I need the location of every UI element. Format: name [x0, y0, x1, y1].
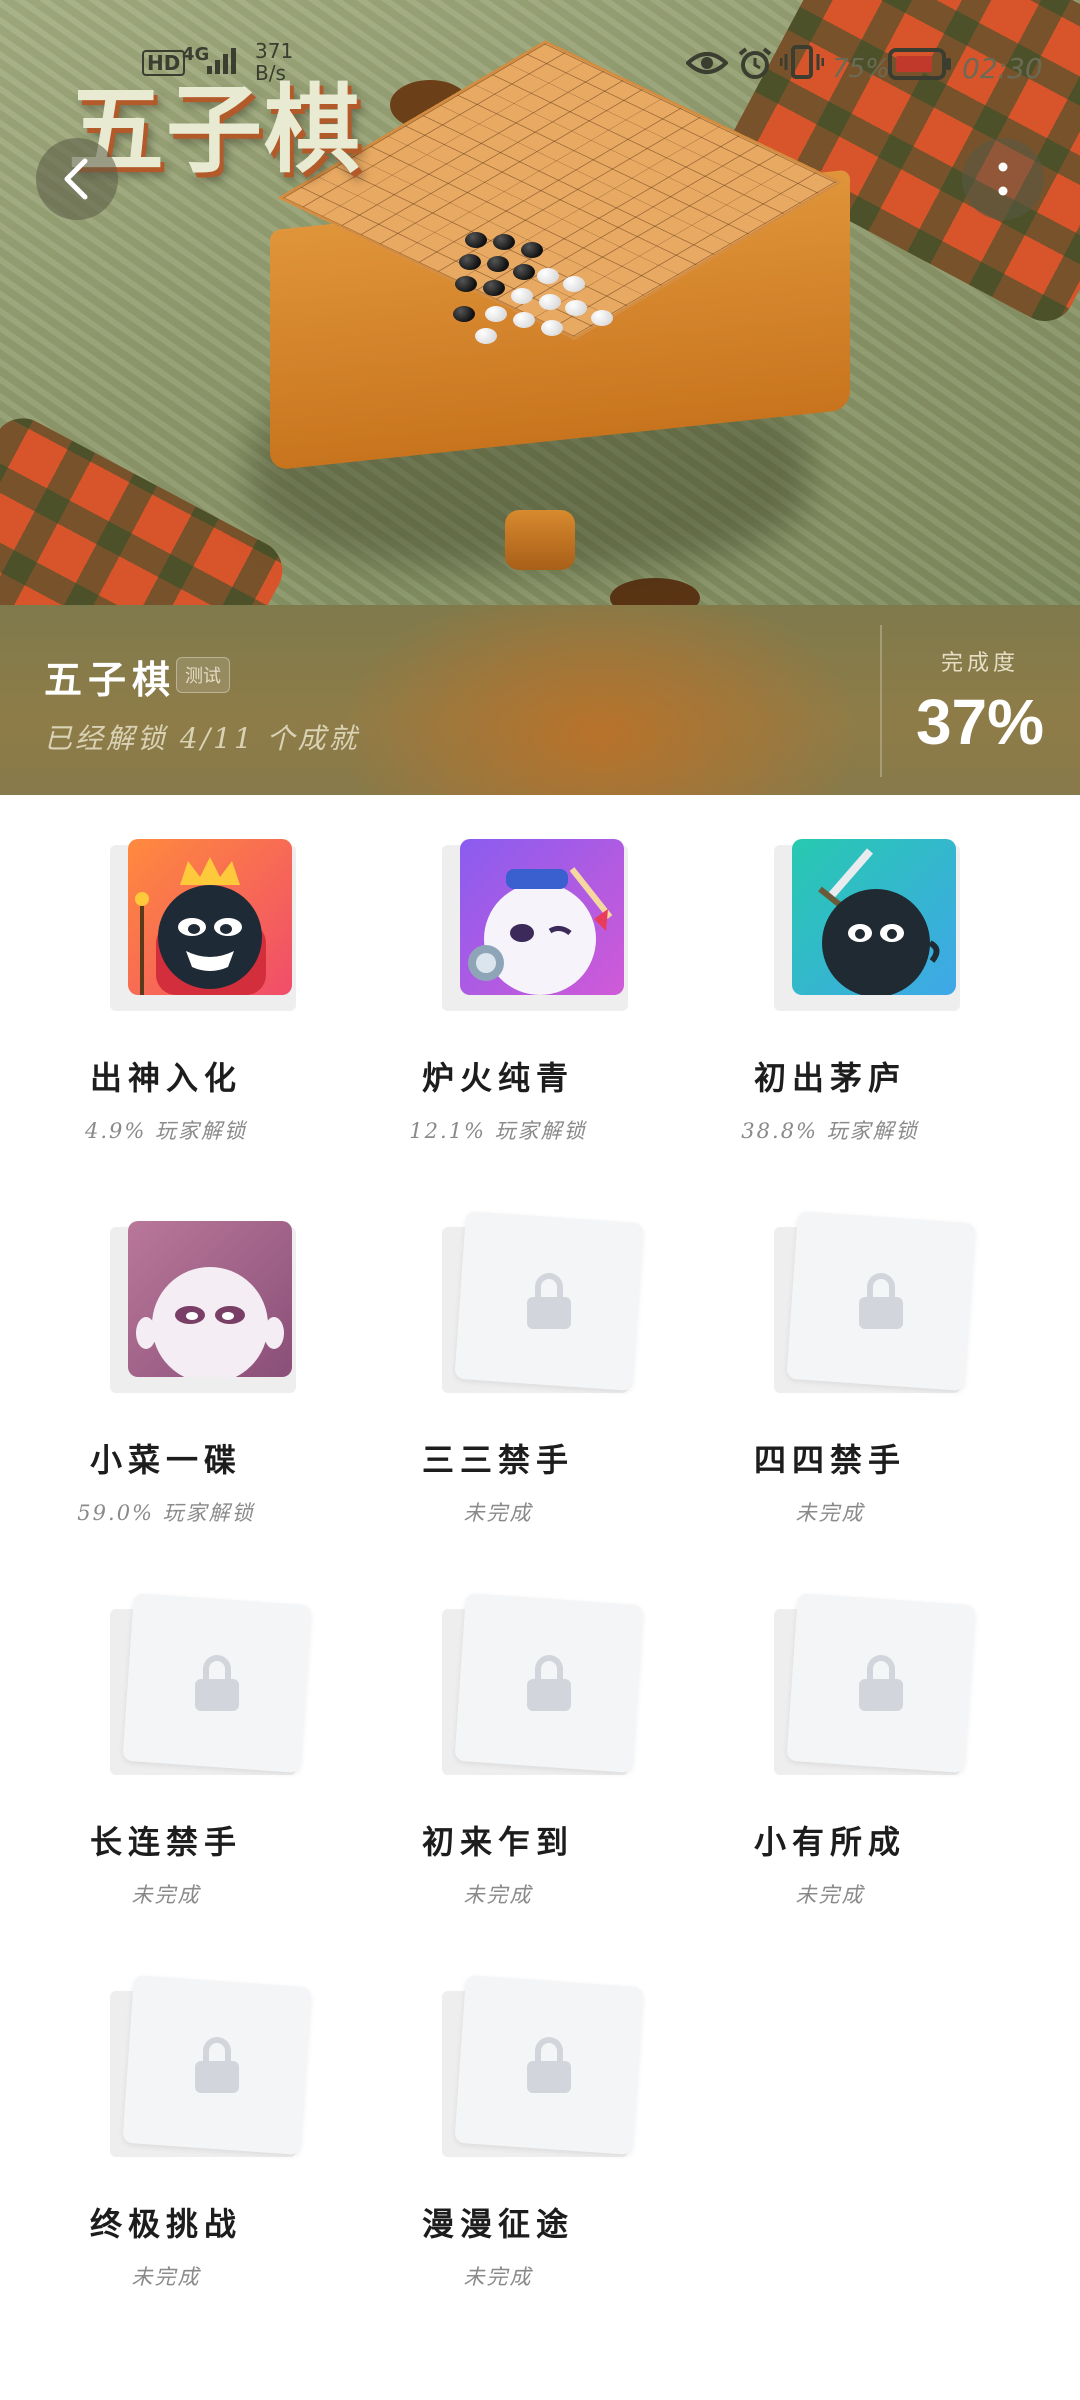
achievement-unlock-rate: 59.0% 玩家解锁 — [77, 1501, 255, 1525]
achievement-status: 未完成 — [463, 1883, 533, 1907]
lock-icon — [193, 1655, 241, 1711]
achievement-card[interactable]: 初出茅庐 38.8% 玩家解锁 — [664, 795, 996, 1177]
achievement-status: 未完成 — [795, 1883, 865, 1907]
divider — [880, 625, 882, 777]
signal-icon — [205, 46, 239, 80]
achievement-badge-locked — [774, 1592, 976, 1775]
clock-time: 02:30 — [962, 52, 1043, 85]
achievement-status: 未完成 — [463, 1501, 533, 1525]
achievement-badge — [110, 835, 306, 1011]
achievement-title: 出神入化 — [89, 1059, 242, 1097]
achievement-status: 未完成 — [131, 1883, 201, 1907]
achievement-badge-locked — [442, 1592, 644, 1775]
achievement-title: 四四禁手 — [753, 1441, 906, 1479]
achievement-card[interactable]: 小菜一碟 59.0% 玩家解锁 — [0, 1177, 332, 1559]
board-leg — [505, 510, 575, 570]
lock-icon — [857, 1273, 905, 1329]
achievement-badge — [442, 835, 638, 1011]
completion-label: 完成度 — [940, 651, 1019, 676]
achievement-badge-locked — [110, 1974, 312, 2157]
more-vertical-icon — [998, 162, 1008, 196]
lock-icon — [857, 1655, 905, 1711]
completion-percent: 37% — [915, 686, 1045, 758]
battery-icon — [888, 48, 952, 84]
unlocked-count: 已经解锁 4/11 个成就 — [44, 722, 360, 755]
achievement-badge-locked — [774, 1210, 976, 1393]
achievement-status: 未完成 — [463, 2265, 533, 2289]
knight-badge-icon — [460, 839, 624, 995]
achievement-badge — [110, 1217, 306, 1393]
ghost-badge-icon — [128, 1221, 292, 1377]
network-speed: 371 B/s — [255, 39, 294, 85]
achievement-card[interactable]: 炉火纯青 12.1% 玩家解锁 — [332, 795, 664, 1177]
achievement-status: 未完成 — [795, 1501, 865, 1525]
achievement-title: 终极挑战 — [89, 2205, 242, 2243]
achievement-card[interactable]: 终极挑战 未完成 — [0, 1941, 332, 2323]
achievement-title: 初出茅庐 — [753, 1059, 906, 1097]
stone-bowl — [610, 578, 700, 605]
test-badge: 测试 — [176, 657, 230, 693]
achievement-card[interactable]: 出神入化 4.9% 玩家解锁 — [0, 795, 332, 1177]
achievement-card[interactable]: 漫漫征途 未完成 — [332, 1941, 664, 2323]
plaid-cloth — [0, 407, 293, 605]
more-options-button[interactable] — [962, 138, 1044, 220]
gomoku-stones — [453, 232, 625, 344]
achievement-card[interactable]: 长连禁手 未完成 — [0, 1559, 332, 1941]
achievement-title: 小菜一碟 — [89, 1441, 242, 1479]
achievement-title: 长连禁手 — [89, 1823, 242, 1861]
achievement-title: 漫漫征途 — [421, 2205, 574, 2243]
achievement-unlock-rate: 12.1% 玩家解锁 — [409, 1119, 587, 1143]
chevron-left-icon — [64, 158, 88, 200]
achievement-badge-locked — [110, 1592, 312, 1775]
game-name: 五子棋 — [44, 657, 177, 702]
achievement-unlock-rate: 4.9% 玩家解锁 — [84, 1119, 248, 1143]
achievement-card[interactable]: 小有所成 未完成 — [664, 1559, 996, 1941]
lock-icon — [525, 1655, 573, 1711]
eye-icon — [685, 48, 729, 82]
lock-icon — [193, 2037, 241, 2093]
achievement-title: 初来乍到 — [421, 1823, 574, 1861]
achievement-title: 炉火纯青 — [421, 1059, 574, 1097]
achievement-badge-locked — [442, 1210, 644, 1393]
battery-percent: 75% — [832, 54, 890, 84]
back-button[interactable] — [36, 138, 118, 220]
vibrate-icon — [779, 44, 825, 84]
hero-banner: 五子棋 HD 4G 371 B/s 75% 02:30 — [0, 0, 1080, 605]
lock-icon — [525, 1273, 573, 1329]
achievement-badge — [774, 835, 970, 1011]
hd-indicator: HD — [142, 50, 186, 76]
achievement-title: 三三禁手 — [421, 1441, 574, 1479]
achievement-status: 未完成 — [131, 2265, 201, 2289]
achievement-card[interactable]: 初来乍到 未完成 — [332, 1559, 664, 1941]
achievement-summary: 五子棋 测试 已经解锁 4/11 个成就 完成度 37% — [0, 605, 1080, 795]
status-bar: HD 4G 371 B/s 75% 02:30 — [0, 40, 1080, 90]
sword-badge-icon — [792, 839, 956, 995]
lock-icon — [525, 2037, 573, 2093]
achievement-badge-locked — [442, 1974, 644, 2157]
king-badge-icon — [128, 839, 292, 995]
achievement-unlock-rate: 38.8% 玩家解锁 — [741, 1119, 919, 1143]
achievement-title: 小有所成 — [753, 1823, 906, 1861]
achievement-card[interactable]: 四四禁手 未完成 — [664, 1177, 996, 1559]
alarm-icon — [736, 46, 774, 84]
achievement-card[interactable]: 三三禁手 未完成 — [332, 1177, 664, 1559]
